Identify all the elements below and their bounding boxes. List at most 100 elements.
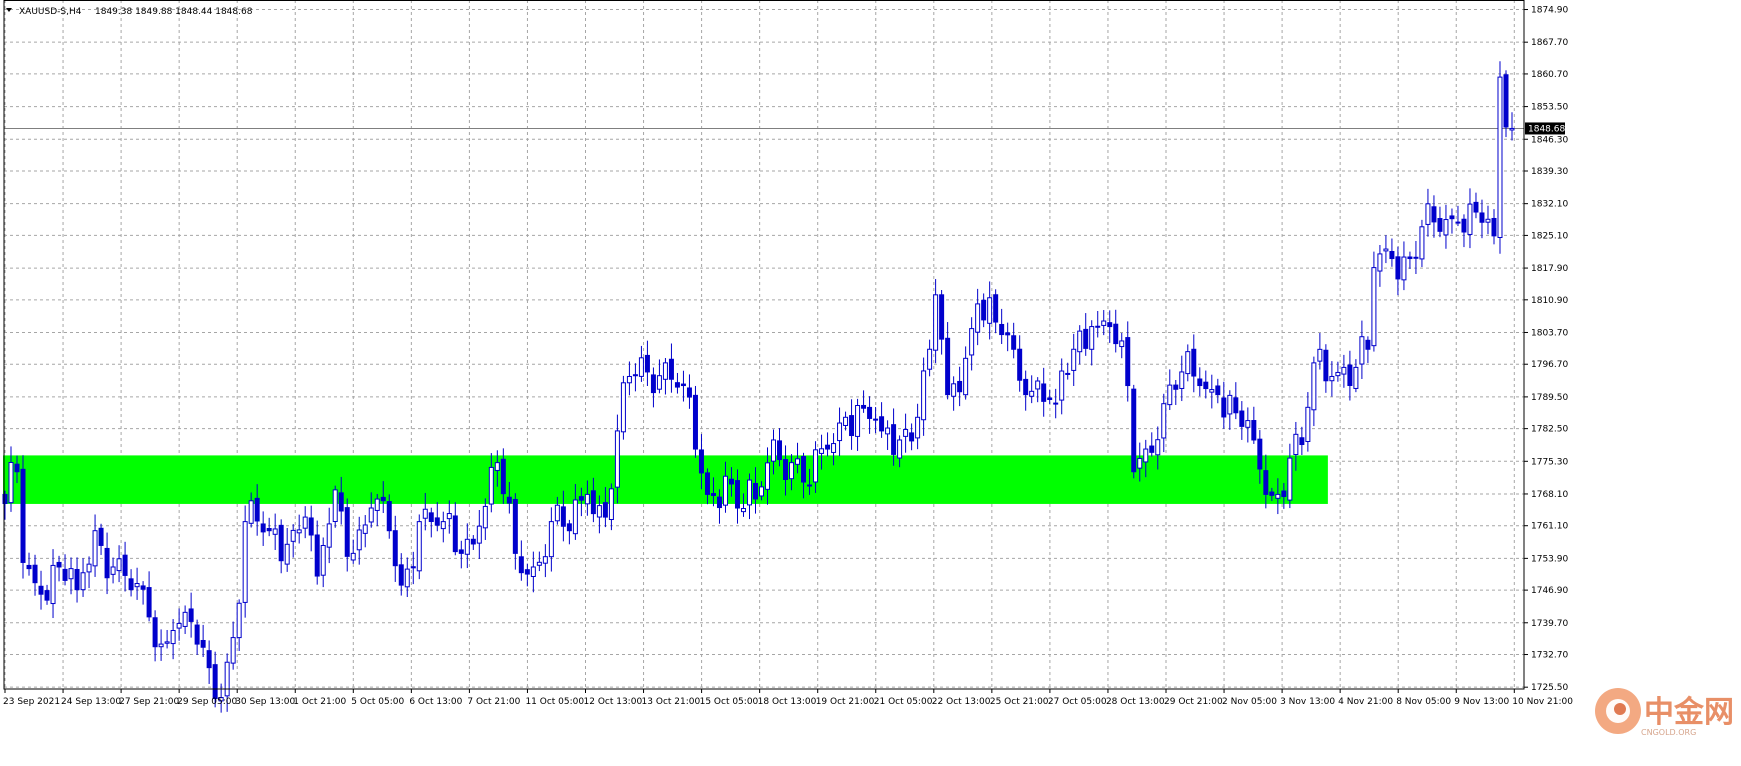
candle-body-bearish bbox=[1365, 339, 1371, 350]
candle-body-bullish bbox=[1143, 448, 1149, 463]
candle bbox=[266, 517, 272, 537]
candle-body-bullish bbox=[1311, 362, 1317, 411]
candle bbox=[350, 539, 356, 564]
candle-body-bullish bbox=[116, 558, 122, 572]
symbol-label: XAUUSD-S,H4 bbox=[19, 7, 82, 17]
candle-body-bearish bbox=[392, 530, 398, 567]
price-axis[interactable]: 1874.90 1867.70 1860.70 1853.50 1846.30 1839.… bbox=[1524, 6, 1568, 694]
candle-body-bearish bbox=[98, 527, 104, 546]
candle-body-bearish bbox=[867, 406, 873, 419]
candle bbox=[1035, 377, 1041, 403]
candle bbox=[825, 432, 831, 457]
candle bbox=[230, 621, 236, 670]
candle bbox=[44, 584, 50, 605]
time-tick-label: 15 Oct 05:00 bbox=[700, 697, 759, 707]
candle-body-bearish bbox=[1437, 218, 1443, 232]
candle bbox=[398, 553, 404, 596]
candle-body-bullish bbox=[837, 422, 843, 442]
trading-chart[interactable]: 1874.90 1867.70 1860.70 1853.50 1846.30 1839.… bbox=[0, 0, 1741, 762]
candle-body-bearish bbox=[386, 501, 392, 532]
candle bbox=[194, 619, 200, 655]
candle bbox=[176, 608, 182, 641]
price-tick-label: 1753.90 bbox=[1531, 554, 1568, 564]
candle-body-bullish bbox=[1425, 203, 1431, 225]
candle bbox=[446, 500, 452, 534]
time-axis[interactable]: 23 Sep 2021 24 Sep 13:0027 Sep 21:0029 Se… bbox=[3, 689, 1573, 707]
candle bbox=[1401, 241, 1407, 291]
candle bbox=[200, 624, 206, 657]
candle bbox=[1077, 325, 1083, 365]
price-tick-label: 1761.10 bbox=[1531, 522, 1568, 532]
candle-body-bearish bbox=[1395, 256, 1401, 280]
candle bbox=[1221, 381, 1227, 429]
candle-body-bearish bbox=[1473, 201, 1479, 213]
candle bbox=[1491, 209, 1497, 245]
candle-body-bearish bbox=[825, 444, 831, 450]
candle-body-bullish bbox=[795, 458, 801, 465]
candle-body-bullish bbox=[374, 498, 380, 511]
candle bbox=[969, 317, 975, 371]
candle-body-bullish bbox=[620, 382, 626, 433]
candle-body-bullish bbox=[1317, 348, 1323, 362]
candle bbox=[98, 523, 104, 555]
chart-frame bbox=[3, 0, 1525, 690]
candle-body-bearish bbox=[692, 394, 698, 450]
candle-body-bearish bbox=[1347, 364, 1353, 386]
candle-body-bearish bbox=[56, 561, 62, 568]
candle-body-bearish bbox=[1023, 378, 1029, 396]
candle bbox=[1029, 375, 1035, 404]
candle-body-bearish bbox=[680, 383, 686, 387]
time-tick-label: 8 Nov 05:00 bbox=[1396, 697, 1451, 707]
candle-body-bullish bbox=[813, 449, 819, 483]
candle-body-bearish bbox=[260, 523, 266, 533]
candle bbox=[128, 569, 134, 597]
candle-body-bearish bbox=[254, 497, 260, 522]
candle bbox=[644, 340, 650, 386]
candle-body-bullish bbox=[1167, 384, 1173, 406]
candle-body-bearish bbox=[278, 524, 284, 562]
candle bbox=[134, 567, 140, 600]
candle-body-bearish bbox=[338, 492, 344, 512]
candle-body-bearish bbox=[518, 556, 524, 574]
candle-body-bearish bbox=[470, 538, 476, 545]
candle bbox=[1389, 238, 1395, 267]
candle bbox=[236, 599, 242, 651]
candle bbox=[1239, 401, 1245, 440]
candle-body-bearish bbox=[1491, 217, 1497, 237]
candle-body-bearish bbox=[909, 432, 915, 442]
candle-body-bullish bbox=[554, 504, 560, 522]
candle-body-bullish bbox=[1245, 420, 1251, 428]
candle bbox=[903, 413, 909, 453]
candle bbox=[746, 473, 752, 520]
candle-body-bearish bbox=[1125, 337, 1131, 387]
time-tick-label: 9 Nov 13:00 bbox=[1454, 697, 1509, 707]
candle-body-bullish bbox=[1077, 330, 1083, 353]
support-zone[interactable] bbox=[3, 455, 1328, 504]
time-tick-label: 25 Oct 21:00 bbox=[990, 697, 1049, 707]
candle-body-bullish bbox=[1287, 457, 1293, 501]
candle bbox=[374, 493, 380, 527]
candle-body-bearish bbox=[1113, 323, 1119, 345]
candle-body-bearish bbox=[452, 515, 458, 553]
candle-body-bullish bbox=[614, 430, 620, 488]
candle bbox=[1323, 344, 1329, 393]
candle-body-bearish bbox=[140, 585, 146, 590]
candle-body-bullish bbox=[975, 303, 981, 333]
candle-body-bearish bbox=[734, 480, 740, 509]
candle-body-bearish bbox=[74, 568, 80, 591]
candle bbox=[1341, 354, 1347, 388]
candle-body-bearish bbox=[957, 380, 963, 393]
candle-body-bullish bbox=[1293, 433, 1299, 456]
candle-body-bullish bbox=[873, 418, 879, 421]
candle-body-bullish bbox=[1485, 218, 1491, 223]
candle bbox=[56, 555, 62, 582]
candle-body-bearish bbox=[524, 569, 530, 575]
candle-body-bullish bbox=[608, 488, 614, 521]
grid bbox=[4, 0, 1524, 689]
candle-body-bullish bbox=[638, 357, 644, 377]
candle bbox=[1017, 335, 1023, 392]
candle-body-bullish bbox=[1419, 226, 1425, 260]
candle-body-bullish bbox=[1275, 493, 1281, 499]
candle-body-bullish bbox=[350, 552, 356, 561]
candle bbox=[416, 514, 422, 580]
